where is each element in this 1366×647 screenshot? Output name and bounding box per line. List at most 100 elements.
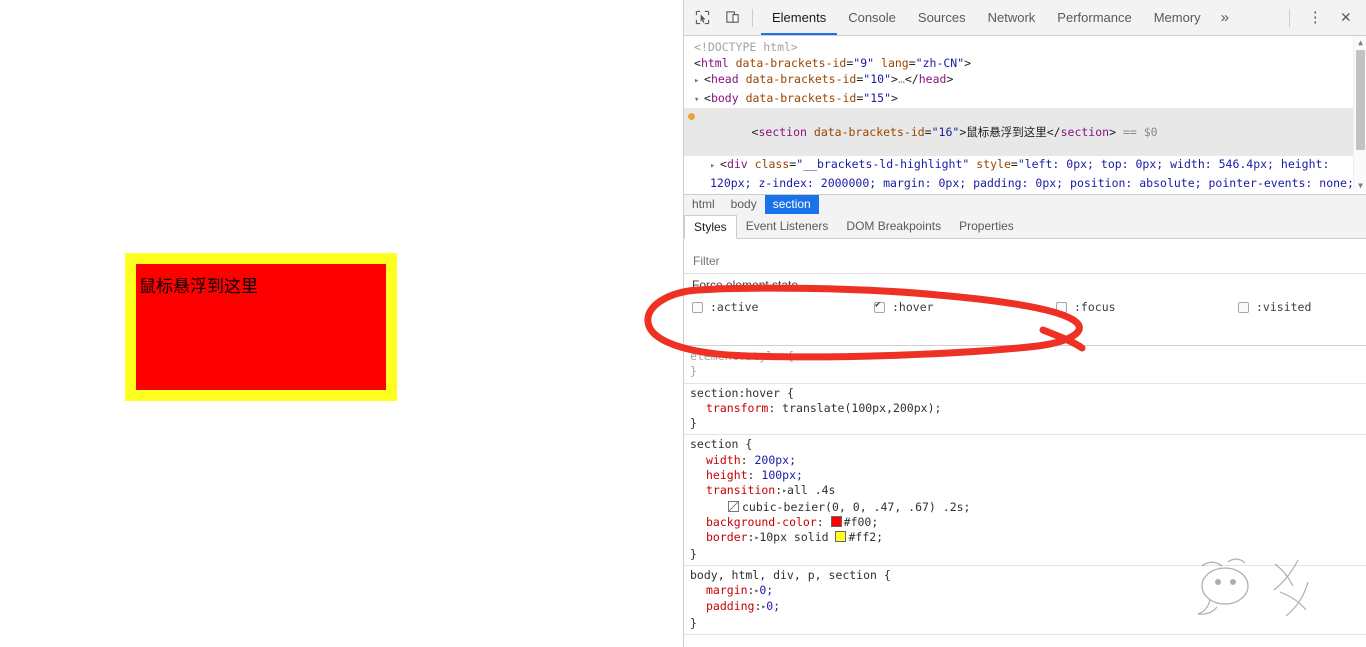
tab-network[interactable]: Network (977, 1, 1047, 35)
css-prop-padding-value[interactable]: 0; (766, 599, 780, 613)
dom-tree-scrollbar[interactable]: ▲ ▼ (1353, 36, 1366, 192)
tab-console[interactable]: Console (837, 1, 907, 35)
force-state-active-label: :active (710, 300, 759, 314)
breadcrumb-item-body[interactable]: body (723, 195, 765, 214)
css-prop-transform-name[interactable]: transform (706, 401, 768, 415)
css-declaration-padding[interactable]: padding:▸0; (684, 599, 1366, 615)
tab-sources[interactable]: Sources (907, 1, 977, 35)
dom-scroll-down-icon[interactable]: ▼ (1354, 179, 1366, 192)
css-prop-transition-name[interactable]: transition (706, 483, 775, 497)
device-toolbar-icon[interactable] (720, 6, 744, 30)
force-state-hover-checkbox[interactable] (874, 300, 885, 313)
force-state-active-checkbox[interactable] (692, 301, 703, 313)
force-state-active[interactable]: :active (692, 297, 874, 317)
css-prop-margin-name[interactable]: margin (706, 583, 748, 597)
expand-arrow-border-icon[interactable]: ▸ (754, 530, 759, 545)
section-element-text: 鼠标悬浮到这里 (139, 277, 258, 297)
css-prop-transition-timing-value[interactable]: cubic-bezier(0, 0, .47, .67) .2s; (742, 500, 970, 514)
css-declaration-width[interactable]: width: 200px; (684, 453, 1366, 468)
force-state-hover-label: :hover (892, 300, 934, 314)
expand-arrow-margin-icon[interactable]: ▸ (754, 583, 759, 598)
styles-filter-input[interactable] (691, 253, 955, 269)
css-rule-section-hover-selector[interactable]: section:hover (690, 386, 780, 400)
css-declaration-margin[interactable]: margin:▸0; (684, 583, 1366, 599)
dom-line-html[interactable]: <html data-brackets-id="9" lang="zh-CN"> (684, 55, 1366, 71)
settings-kebab-icon[interactable]: ⋮ (1298, 10, 1333, 25)
expand-arrow-transition-icon[interactable]: ▸ (782, 483, 787, 498)
breadcrumb-item-html[interactable]: html (684, 195, 723, 214)
css-declaration-transition-timing[interactable]: cubic-bezier(0, 0, .47, .67) .2s; (684, 500, 1366, 515)
force-state-focus[interactable]: :focus (1056, 297, 1238, 317)
dom-line-section-selected[interactable]: <section data-brackets-id="16">鼠标悬浮到这里</… (684, 107, 1366, 157)
css-prop-background-color-name[interactable]: background-color (706, 515, 817, 529)
css-declaration-border[interactable]: border:▸10px solid #ff2; (684, 530, 1366, 546)
collapse-arrow-body-icon[interactable]: ▾ (694, 92, 704, 108)
css-prop-margin-value[interactable]: 0; (759, 583, 773, 597)
tab-performance[interactable]: Performance (1046, 1, 1142, 35)
expand-arrow-padding-icon[interactable]: ▸ (761, 599, 766, 614)
css-rule-reset[interactable]: body, html, div, p, section {test4.html:… (684, 566, 1366, 636)
tab-dom-breakpoints[interactable]: DOM Breakpoints (837, 215, 950, 238)
force-state-focus-checkbox[interactable] (1056, 301, 1067, 313)
css-rule-section-selector[interactable]: section (690, 437, 738, 451)
force-state-visited-label: :visited (1256, 300, 1312, 314)
css-rule-element-style-header: element.style { (690, 349, 794, 363)
css-declaration-height[interactable]: height: 100px; (684, 468, 1366, 483)
css-rule-element-style[interactable]: element.style { } (684, 347, 1366, 384)
inspect-cursor-icon[interactable] (690, 6, 714, 30)
tab-properties[interactable]: Properties (950, 215, 1023, 238)
force-state-hover[interactable]: :hover (874, 297, 1056, 317)
css-prop-height-name[interactable]: height (706, 468, 748, 482)
breadcrumb-item-section[interactable]: section (764, 195, 819, 214)
cubic-bezier-editor-icon[interactable] (728, 500, 739, 512)
styles-filter-bar: :hov .cls + (684, 249, 1366, 274)
tab-elements[interactable]: Elements (761, 1, 837, 35)
html-attr-brackets-id-value: "9" (853, 56, 875, 71)
css-prop-transition-value[interactable]: all .4s (787, 483, 835, 497)
dom-scroll-up-icon[interactable]: ▲ (1354, 36, 1366, 49)
css-prop-border-name[interactable]: border (706, 530, 748, 544)
doctype-text: <!DOCTYPE html> (694, 40, 798, 54)
breakpoint-dot-icon[interactable] (688, 112, 695, 120)
color-swatch-background[interactable] (830, 515, 842, 527)
more-tabs-icon[interactable]: » (1212, 1, 1238, 35)
section-tag-name: section (758, 125, 807, 140)
css-prop-height-value[interactable]: 100px; (761, 468, 803, 482)
css-rule-section-hover[interactable]: section:hover {test4.html:1969 transform… (684, 384, 1366, 436)
css-prop-width-name[interactable]: width (706, 453, 741, 467)
force-state-visited[interactable]: :visited (1238, 297, 1366, 317)
head-close-tag-name: head (918, 72, 947, 87)
css-prop-background-color-value[interactable]: #f00; (844, 515, 879, 529)
css-prop-transform-value[interactable]: translate(100px,200px); (782, 401, 941, 415)
section-attr-name: data-brackets-id (813, 125, 925, 140)
css-prop-padding-name[interactable]: padding (706, 599, 754, 613)
tab-event-listeners[interactable]: Event Listeners (737, 215, 838, 238)
css-rule-section-header: section {test4.html:1962 (690, 437, 753, 452)
css-rule-reset-selector[interactable]: body, html, div, p, section (690, 568, 877, 582)
breadcrumb: html body section (684, 194, 1366, 215)
css-rules-list[interactable]: element.style { } section:hover {test4.h… (684, 347, 1366, 647)
section-element[interactable]: 鼠标悬浮到这里 (125, 253, 397, 401)
dom-scroll-thumb[interactable] (1356, 50, 1365, 150)
expand-arrow-div-icon[interactable]: ▸ (710, 158, 720, 174)
tab-styles[interactable]: Styles (684, 215, 737, 239)
dom-line-body[interactable]: ▾ <body data-brackets-id="15"> (684, 90, 1366, 108)
dom-tree[interactable]: <!DOCTYPE html> <html data-brackets-id="… (684, 36, 1366, 192)
close-icon[interactable]: ✕ (1333, 9, 1359, 26)
force-state-visited-checkbox[interactable] (1238, 301, 1249, 313)
force-element-state-title: Force element state (692, 278, 799, 292)
dom-line-highlight-div[interactable]: ▸ <div class="__brackets-ld-highlight" st… (684, 156, 1366, 192)
color-swatch-border[interactable] (835, 531, 847, 543)
css-rule-element-style-selector[interactable]: element.style (690, 349, 780, 363)
css-prop-width-value[interactable]: 200px; (754, 453, 796, 467)
css-declaration-transition[interactable]: transition:▸all .4s (684, 483, 1366, 499)
dom-line-head[interactable]: ▸ <head data-brackets-id="10">…</head> (684, 71, 1366, 89)
head-collapsed-ellipsis[interactable]: … (898, 72, 905, 86)
css-declaration-background-color[interactable]: background-color: #f00; (684, 515, 1366, 530)
tab-memory[interactable]: Memory (1143, 1, 1212, 35)
css-rule-section[interactable]: section {test4.html:1962 width: 200px; h… (684, 435, 1366, 566)
head-attr-value: "10" (863, 72, 891, 87)
css-declaration-transform[interactable]: transform: translate(100px,200px); (684, 401, 1366, 416)
html-attr-lang-name: lang (881, 56, 909, 71)
expand-arrow-head-icon[interactable]: ▸ (694, 73, 704, 89)
